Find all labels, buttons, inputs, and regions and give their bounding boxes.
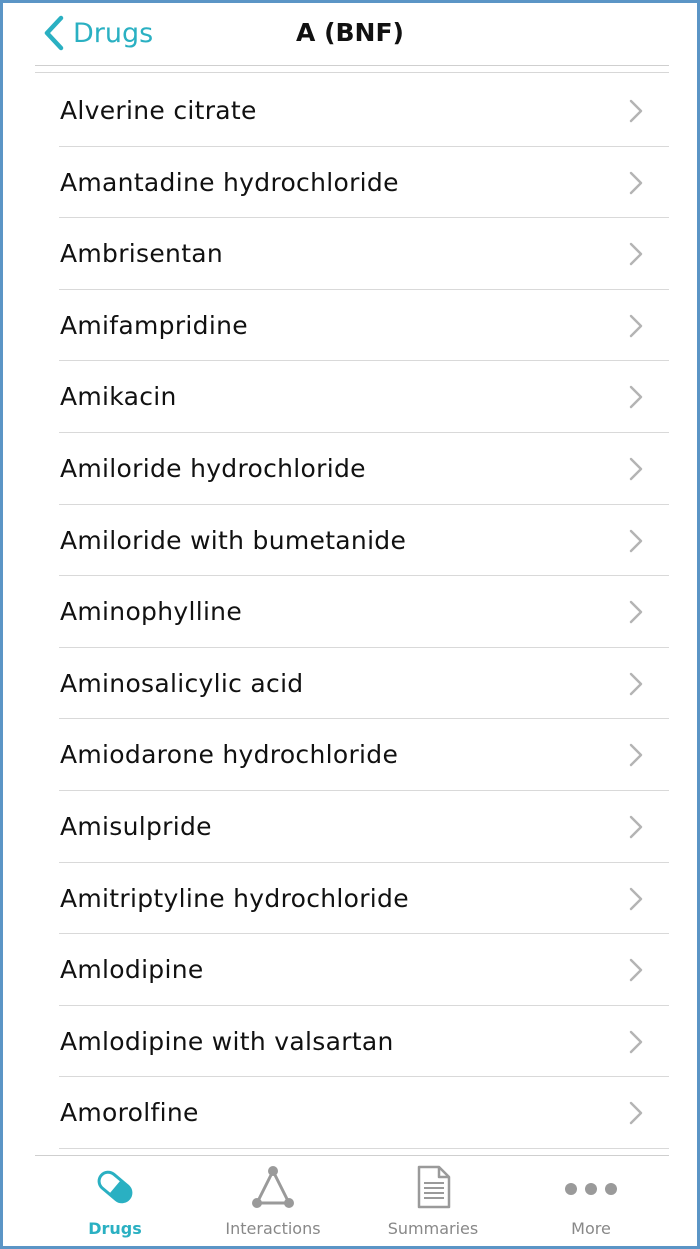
chevron-right-icon	[629, 887, 643, 910]
drug-name: Amorolfine	[60, 1098, 199, 1128]
tab-drugs[interactable]: Drugs	[35, 1163, 195, 1243]
chevron-right-icon	[629, 99, 643, 123]
capsule-icon	[97, 1170, 133, 1204]
chevron-right-icon	[629, 1102, 643, 1125]
drug-name: Amifampridine	[60, 310, 248, 340]
list-item[interactable]: Amikacin	[59, 361, 669, 433]
list-item[interactable]: Amantadine hydrochloride	[59, 147, 669, 219]
chevron-right-icon	[629, 1030, 643, 1053]
drug-name: Amitriptyline hydrochloride	[60, 883, 409, 913]
drug-name: Aminosalicylic acid	[60, 668, 304, 698]
app-frame: Drugs A (BNF) Alverine citrate Amantadin…	[0, 0, 700, 1249]
chevron-right-icon	[629, 744, 643, 767]
drug-name: Ambrisentan	[60, 239, 224, 269]
ellipsis-icon	[565, 1183, 617, 1195]
chevron-right-icon	[629, 672, 643, 695]
tab-more[interactable]: More	[511, 1163, 671, 1243]
chevron-right-icon	[629, 600, 643, 624]
document-icon	[417, 1165, 451, 1209]
tab-summaries[interactable]: Summaries	[353, 1163, 513, 1243]
drug-name: Amikacin	[60, 382, 177, 412]
list-item[interactable]: Amlodipine	[59, 934, 669, 1006]
triangle-nodes-icon	[252, 1166, 294, 1208]
page-title: A (BNF)	[296, 18, 404, 47]
tab-bar-divider	[35, 1155, 669, 1156]
tab-more-label: More	[571, 1219, 611, 1238]
list-item[interactable]: Amiloride with bumetanide	[59, 505, 669, 577]
list-item[interactable]: Amisulpride	[59, 791, 669, 863]
list-top-divider	[35, 72, 669, 73]
list-item[interactable]: Amorolfine	[59, 1077, 669, 1149]
drug-name: Amlodipine	[60, 955, 204, 985]
drug-name: Aminophylline	[60, 597, 243, 627]
drug-name: Amlodipine with valsartan	[60, 1026, 394, 1056]
drug-name: Amiloride hydrochloride	[60, 453, 366, 483]
chevron-right-icon	[629, 386, 643, 409]
navigation-bar: Drugs A (BNF)	[3, 3, 697, 65]
chevron-right-icon	[629, 242, 643, 266]
chevron-right-icon	[629, 171, 643, 194]
tab-interactions-label: Interactions	[225, 1219, 321, 1238]
list-item[interactable]: Ambrisentan	[59, 218, 669, 290]
list-item[interactable]: Amlodipine with valsartan	[59, 1006, 669, 1078]
tab-interactions[interactable]: Interactions	[193, 1163, 353, 1243]
drug-name: Amiloride with bumetanide	[60, 525, 407, 555]
drug-list: Alverine citrate Amantadine hydrochlorid…	[59, 75, 669, 1149]
list-item[interactable]: Amiodarone hydrochloride	[59, 719, 669, 791]
chevron-right-icon	[629, 958, 643, 982]
tab-bar: Drugs Interactions Summaries More	[3, 1155, 697, 1246]
chevron-right-icon	[629, 815, 643, 839]
chevron-right-icon	[629, 457, 643, 481]
list-item[interactable]: Amifampridine	[59, 290, 669, 362]
list-item[interactable]: Alverine citrate	[59, 75, 669, 147]
drug-name: Amisulpride	[60, 811, 212, 841]
list-item[interactable]: Amitriptyline hydrochloride	[59, 863, 669, 935]
list-item[interactable]: Amiloride hydrochloride	[59, 433, 669, 505]
chevron-right-icon	[629, 314, 643, 337]
header-divider	[35, 65, 669, 66]
tab-summaries-label: Summaries	[387, 1219, 479, 1238]
chevron-right-icon	[629, 529, 643, 552]
drug-name: Amantadine hydrochloride	[60, 167, 399, 197]
drug-name: Alverine citrate	[60, 96, 257, 125]
list-item[interactable]: Aminophylline	[59, 576, 669, 648]
tab-drugs-label: Drugs	[88, 1219, 142, 1238]
list-item[interactable]: Aminosalicylic acid	[59, 648, 669, 720]
drug-name: Amiodarone hydrochloride	[60, 740, 399, 770]
